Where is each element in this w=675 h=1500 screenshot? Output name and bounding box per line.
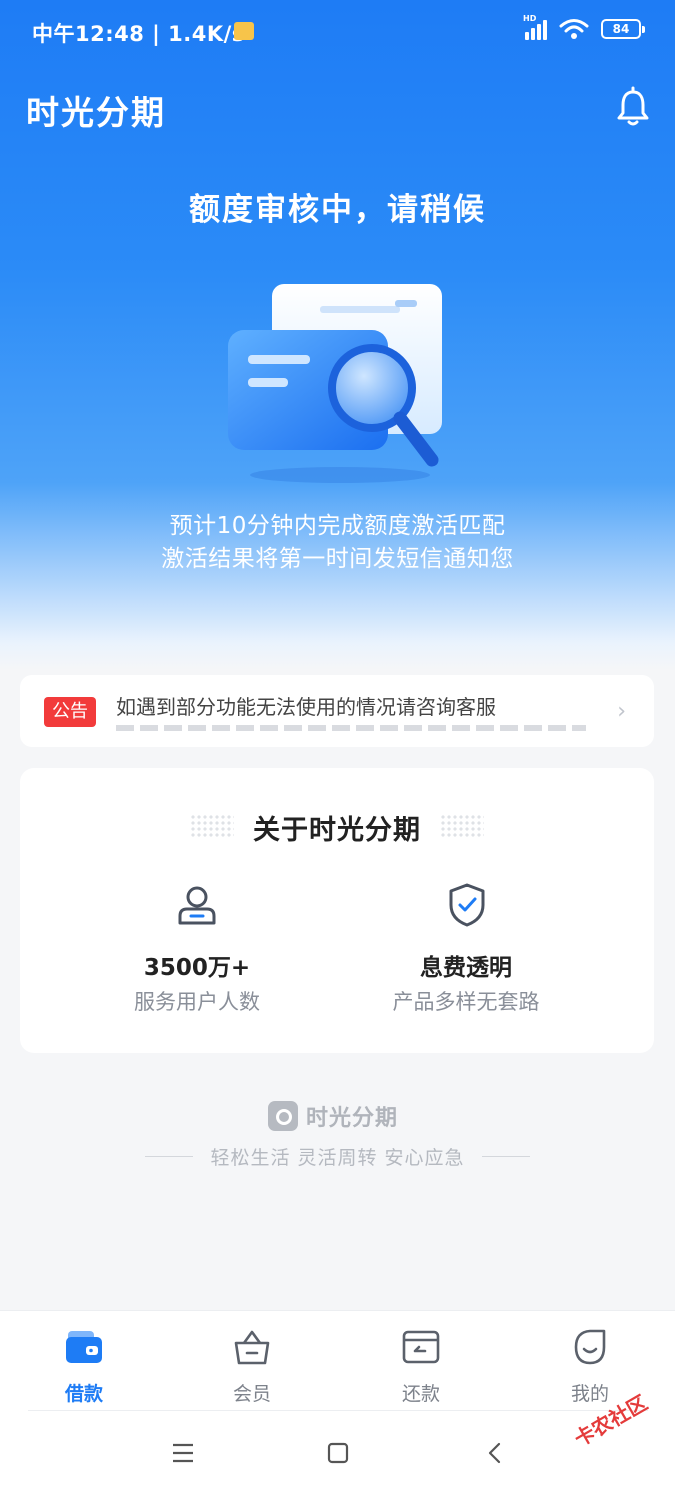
notice-text: 如遇到部分功能无法使用的情况请咨询客服 [116, 695, 496, 719]
stat-fees-label: 产品多样无套路 [392, 990, 540, 1014]
footer-brand-name: 时光分期 [306, 1106, 399, 1131]
tab-label: 会员 [232, 1383, 271, 1405]
stat-users-value: 3500万+ [143, 955, 251, 981]
notice-next-line [116, 725, 586, 731]
about-title: 关于时光分期 [253, 815, 421, 846]
review-headline: 额度审核中，请稍候 [189, 192, 486, 228]
smile-face-icon [574, 1329, 606, 1365]
chevron-right-icon: › [617, 699, 626, 724]
about-card: 关于时光分期 3500万+ 服务用户人数 息费透明 产品多样无套路 [20, 768, 654, 1053]
battery-icon: 84 [601, 19, 645, 39]
back-icon[interactable] [484, 1442, 506, 1464]
status-time: 中午12:48 | 1.4K/s [32, 22, 245, 46]
stat-users-label: 服务用户人数 [134, 990, 260, 1014]
app-title: 时光分期 [26, 93, 166, 132]
tab-label: 借款 [64, 1383, 103, 1405]
basket-icon [234, 1330, 270, 1365]
home-icon[interactable] [327, 1442, 349, 1464]
brand-logo-icon [268, 1101, 298, 1131]
tab-loan[interactable]: 借款 [24, 1327, 144, 1406]
footer-slogan: 轻松生活 灵活周转 安心应急 [210, 1147, 465, 1169]
document-search-icon [228, 284, 442, 483]
shield-check-icon [449, 883, 485, 927]
stat-fees-value: 息费透明 [420, 955, 512, 981]
notification-icon [234, 22, 254, 40]
menu-icon[interactable] [172, 1442, 194, 1464]
tab-member[interactable]: 会员 [192, 1327, 312, 1406]
notice-bar[interactable]: 公告 如遇到部分功能无法使用的情况请咨询客服 › [20, 675, 654, 747]
nav-divider [28, 1410, 648, 1411]
desc-line-1: 预计10分钟内完成额度激活匹配 [169, 513, 506, 539]
repay-card-icon [402, 1330, 440, 1364]
desc-line-2: 激活结果将第一时间发短信通知您 [161, 546, 514, 572]
bell-icon[interactable] [612, 86, 654, 128]
wallet-icon [66, 1331, 102, 1363]
user-icon [178, 886, 216, 925]
tab-repay[interactable]: 还款 [361, 1327, 481, 1406]
notice-badge: 公告 [44, 697, 96, 727]
tab-label: 还款 [401, 1383, 440, 1405]
battery-level: 84 [612, 22, 630, 36]
status-bar: 中午12:48 | 1.4K/s HD 84 [0, 0, 675, 62]
footer-brand: 时光分期 [268, 1100, 398, 1132]
wifi-icon [559, 19, 589, 39]
signal-icon: HD [523, 14, 547, 40]
